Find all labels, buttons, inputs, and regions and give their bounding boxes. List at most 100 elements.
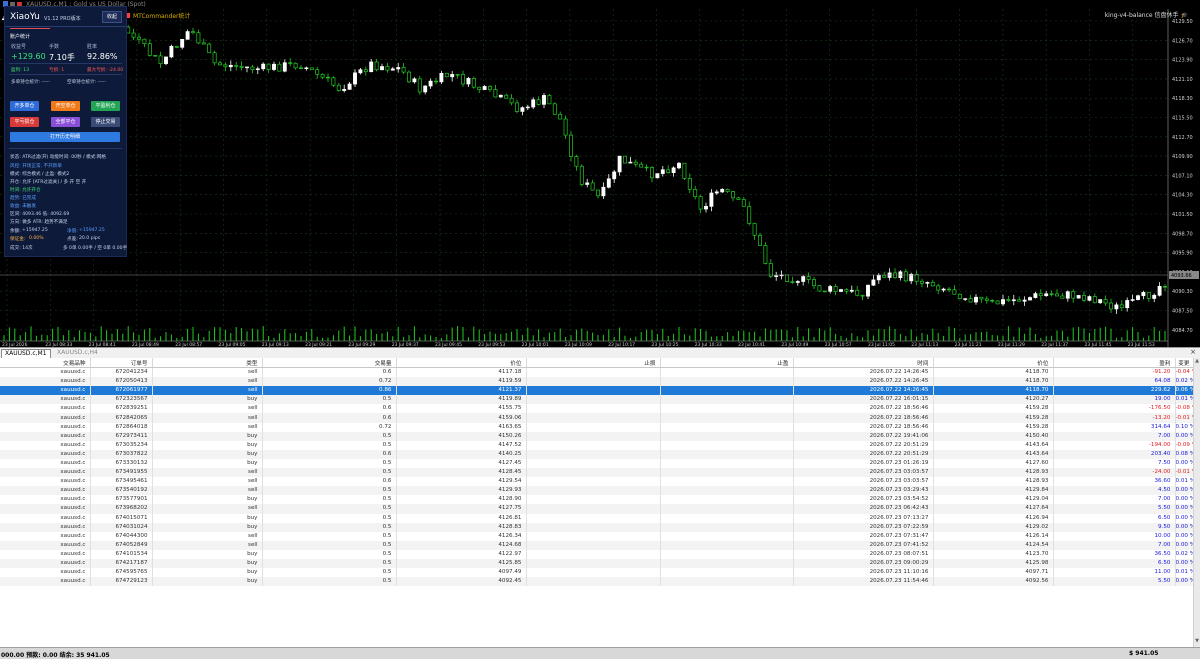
candle-body bbox=[461, 74, 465, 85]
table-row[interactable]: xauusd.c 673037822 buy 0.6 4140.25 2026.07.22… bbox=[0, 449, 1195, 459]
table-cell bbox=[660, 440, 794, 450]
table-cell: xauusd.c bbox=[0, 395, 91, 405]
table-row[interactable]: xauusd.c 673540192 sell 0.5 4129.93 2026.07.2… bbox=[0, 486, 1195, 496]
candle-body bbox=[725, 189, 730, 192]
candle-body bbox=[1146, 292, 1151, 299]
table-row[interactable]: xauusd.c 674044300 sell 0.5 4126.34 2026.07.2… bbox=[0, 531, 1195, 541]
table-cell: 2026.07.22 16:01:15 bbox=[793, 395, 934, 405]
column-header[interactable]: 订单号 bbox=[90, 358, 153, 368]
table-cell: 0.01 % bbox=[1175, 477, 1195, 487]
column-header[interactable]: 时间 bbox=[793, 358, 934, 368]
table-row[interactable]: xauusd.c 672839251 sell 0.6 4155.75 2026.07.2… bbox=[0, 404, 1195, 414]
open-long-button[interactable]: 开多单仓 bbox=[10, 101, 39, 111]
table-cell: 2026.07.22 20:51:29 bbox=[793, 440, 934, 450]
panel-minimize-button[interactable]: 收起 bbox=[102, 11, 122, 23]
table-row[interactable]: xauusd.c 673577901 buy 0.5 4128.90 2026.07.23… bbox=[0, 495, 1195, 505]
table-row[interactable]: xauusd.c 674595765 buy 0.5 4097.49 2026.07.23… bbox=[0, 568, 1195, 578]
table-row[interactable]: xauusd.c 674015071 buy 0.5 4126.81 2026.07.23… bbox=[0, 513, 1195, 523]
table-cell: xauusd.c bbox=[0, 422, 91, 432]
table-cell: xauusd.c bbox=[0, 558, 91, 569]
column-header[interactable]: 止盈 bbox=[660, 358, 794, 368]
table-row[interactable]: xauusd.c 674217187 buy 0.5 4125.85 2026.07.23… bbox=[0, 558, 1195, 569]
close-all-button[interactable]: 全部平仓 bbox=[51, 117, 80, 127]
open-history-button[interactable]: 打开历史明细 bbox=[10, 132, 120, 142]
table-row[interactable]: xauusd.c 674101534 buy 0.5 4122.97 2026.07.23… bbox=[0, 549, 1195, 559]
column-header[interactable]: 盈利 bbox=[1053, 358, 1176, 368]
table-row[interactable]: xauusd.c 673491955 sell 0.5 4128.45 2026.07.2… bbox=[0, 468, 1195, 478]
table-row[interactable]: xauusd.c 672842065 sell 0.6 4159.06 2026.07.2… bbox=[0, 413, 1195, 423]
table-row[interactable]: xauusd.c 672050413 sell 0.72 4119.59 2026.07.… bbox=[0, 377, 1195, 387]
open-short-button[interactable]: 开空单仓 bbox=[51, 101, 80, 111]
close-icon[interactable]: × bbox=[1190, 348, 1196, 356]
table-row[interactable]: xauusd.c 672041234 sell 0.6 4117.18 2026.07.2… bbox=[0, 367, 1195, 378]
candle-body bbox=[1049, 293, 1054, 295]
column-header[interactable]: 价位 bbox=[396, 358, 527, 368]
column-header[interactable]: 类型 bbox=[152, 358, 263, 368]
table-row[interactable]: xauusd.c 674729123 buy 0.5 4092.45 2026.07.23… bbox=[0, 577, 1195, 587]
candle-body bbox=[353, 72, 357, 85]
table-cell: 673577901 bbox=[90, 495, 153, 505]
table-cell: 4147.52 bbox=[396, 440, 527, 450]
table-cell: xauusd.c bbox=[0, 477, 91, 487]
price-tick-label: 4095.90 bbox=[1172, 251, 1193, 257]
table-row[interactable]: xauusd.c 672323567 buy 0.5 4119.89 2026.07.22… bbox=[0, 395, 1195, 405]
table-row[interactable]: xauusd.c 672061977 sell 0.86 4121.37 2026.07.… bbox=[0, 386, 1195, 396]
window-titlebar: XAUUSD.c,M1 : Gold vs US Dollar (Spot) bbox=[0, 0, 1200, 9]
candle-body bbox=[1001, 299, 1005, 305]
close-profit-button[interactable]: 平盈利仓 bbox=[91, 101, 120, 111]
candle-body bbox=[736, 197, 741, 200]
table-row[interactable]: xauusd.c 673035234 buy 0.5 4147.52 2026.07.22… bbox=[0, 440, 1195, 450]
table-cell: xauusd.c bbox=[0, 549, 91, 559]
table-cell: xauusd.c bbox=[0, 386, 91, 396]
scroll-up-icon[interactable]: ▲ bbox=[1194, 358, 1200, 366]
table-row[interactable]: xauusd.c 672864018 sell 0.72 4163.65 2026.07.… bbox=[0, 422, 1195, 432]
table-row[interactable]: xauusd.c 672973411 buy 0.5 4150.26 2026.07.22… bbox=[0, 431, 1195, 441]
close-loss-button[interactable]: 平亏损仓 bbox=[10, 117, 39, 127]
candle-body bbox=[180, 38, 185, 48]
table-row[interactable]: xauusd.c 674052849 sell 0.5 4124.68 2026.07.2… bbox=[0, 540, 1195, 550]
column-header[interactable]: 价位 bbox=[933, 358, 1054, 368]
column-header[interactable]: 止损 bbox=[526, 358, 661, 368]
candle-body bbox=[882, 274, 887, 278]
table-cell: xauusd.c bbox=[0, 486, 91, 496]
table-vertical-scrollbar[interactable]: ▲ ▼ bbox=[1193, 358, 1200, 658]
table-cell: 0.5 bbox=[262, 504, 397, 514]
table-cell: 0.5 bbox=[262, 513, 397, 523]
info-open: 开仓: 允许 [ATR过滤关] / 多 开 空 开 bbox=[10, 180, 87, 185]
tab-xauusd-m1[interactable]: XAUUSD.c,M1 bbox=[1, 349, 51, 358]
table-cell: 0.00 % bbox=[1175, 431, 1195, 441]
column-header[interactable]: 交易量 bbox=[262, 358, 397, 368]
table-cell: 4128.93 bbox=[933, 468, 1054, 478]
table-cell: 4119.89 bbox=[396, 395, 527, 405]
table-cell: 2026.07.22 14:26:45 bbox=[793, 386, 934, 396]
table-cell: sell bbox=[152, 377, 263, 387]
table-row[interactable]: xauusd.c 673330132 buy 0.5 4127.45 2026.07.23… bbox=[0, 458, 1195, 469]
scroll-down-icon[interactable]: ▼ bbox=[1194, 638, 1200, 646]
column-header[interactable]: 变更 bbox=[1175, 358, 1195, 368]
table-row[interactable]: xauusd.c 673968202 sell 0.5 4127.75 2026.07.2… bbox=[0, 504, 1195, 514]
table-cell bbox=[526, 540, 661, 550]
price-chart[interactable]: 4129.50 4126.70 4123.90 4121.10 4118.30 4115.… bbox=[0, 9, 1200, 347]
candlestick-chart-svg[interactable]: 4129.50 4126.70 4123.90 4121.10 4118.30 4115.… bbox=[0, 9, 1200, 347]
candle-body bbox=[849, 289, 854, 292]
table-cell: sell bbox=[152, 531, 263, 541]
table-cell: 4159.06 bbox=[396, 413, 527, 423]
table-row[interactable]: xauusd.c 673495461 sell 0.6 4129.54 2026.07.2… bbox=[0, 477, 1195, 487]
table-cell bbox=[660, 422, 794, 432]
table-cell: 2026.07.23 11:10:16 bbox=[793, 568, 934, 578]
candle-body bbox=[1141, 292, 1146, 297]
table-row[interactable]: xauusd.c 674031024 buy 0.5 4128.83 2026.07.23… bbox=[0, 522, 1195, 532]
stat-winrate-value: 92.86% bbox=[87, 52, 118, 61]
title-underline bbox=[10, 28, 50, 29]
table-cell: 672839251 bbox=[90, 404, 153, 414]
table-cell: 0.86 bbox=[262, 386, 397, 396]
tab-xauusd-h4[interactable]: XAUUSD.c,H4 bbox=[54, 349, 101, 357]
table-cell: 674101534 bbox=[90, 549, 153, 559]
table-cell: 672973411 bbox=[90, 431, 153, 441]
table-cell: 0.00 % bbox=[1175, 458, 1195, 469]
table-cell: 0.6 bbox=[262, 449, 397, 459]
table-cell: 4125.98 bbox=[933, 558, 1054, 569]
column-header[interactable]: 交易品种 bbox=[0, 358, 91, 368]
table-cell: 4097.49 bbox=[396, 568, 527, 578]
stop-trading-button[interactable]: 停止交易 bbox=[91, 117, 120, 127]
